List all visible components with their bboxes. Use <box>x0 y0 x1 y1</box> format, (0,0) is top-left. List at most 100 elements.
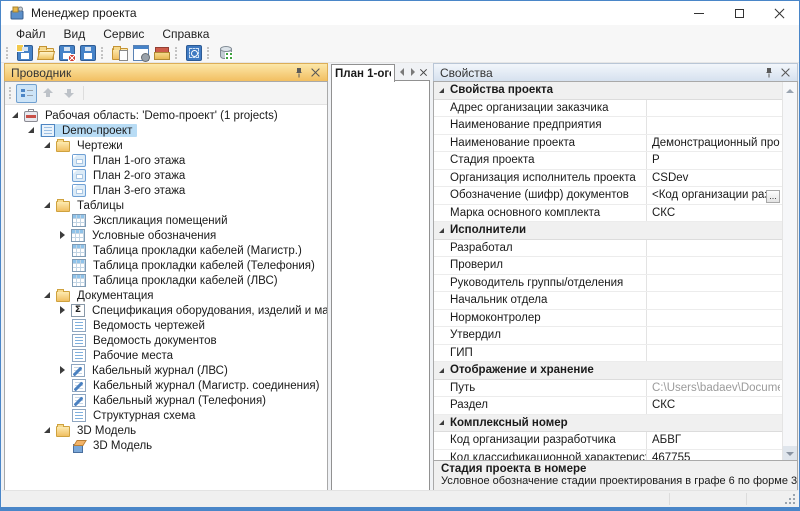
tree-item[interactable]: Условные обозначения <box>5 228 327 243</box>
properties-close-button[interactable] <box>777 66 793 80</box>
move-up-button[interactable] <box>37 84 58 103</box>
tree-item-folder[interactable]: 3D Модель <box>5 423 327 438</box>
save-project-icon <box>79 44 96 61</box>
move-down-button[interactable] <box>58 84 79 103</box>
project-settings-button[interactable] <box>130 43 151 62</box>
tree-item-folder[interactable]: Чертежи <box>5 138 327 153</box>
tab-close-button[interactable] <box>418 65 429 79</box>
tree-item[interactable]: Кабельный журнал (ЛВС) <box>5 363 327 378</box>
tree-item[interactable]: Кабельный журнал (Телефония) <box>5 393 327 408</box>
menu-file[interactable]: Файл <box>7 25 55 43</box>
ellipsis-button[interactable]: ... <box>766 190 780 203</box>
cad-sync-button[interactable] <box>183 43 204 62</box>
property-row[interactable]: Марка основного комплекта СКС <box>434 204 782 222</box>
tree-item[interactable]: Ведомость чертежей <box>5 318 327 333</box>
expander-icon[interactable] <box>43 201 52 210</box>
tree-item[interactable]: Структурная схема <box>5 408 327 423</box>
tree-item[interactable]: Таблица прокладки кабелей (Магистр.) <box>5 243 327 258</box>
property-row[interactable]: Стадия проекта Р <box>434 152 782 170</box>
property-row[interactable]: Нормоконтролер <box>434 309 782 327</box>
toolbar-grip <box>175 46 179 59</box>
menu-view[interactable]: Вид <box>55 25 95 43</box>
close-project-icon <box>58 44 76 62</box>
export-button[interactable] <box>109 43 130 62</box>
property-row[interactable]: ПутьC:\Users\badaev\Documents\Пр <box>434 379 782 397</box>
tree-item-project[interactable]: Demo-проект <box>5 123 327 138</box>
open-project-button[interactable] <box>35 43 56 62</box>
close-project-button[interactable] <box>56 43 77 62</box>
property-row[interactable]: Наименование проекта Демонстрационный про… <box>434 134 782 152</box>
group-view-button[interactable] <box>16 83 37 103</box>
expander-icon[interactable] <box>43 141 52 150</box>
property-row[interactable]: Утвердил <box>434 327 782 345</box>
expander-icon[interactable] <box>58 306 67 315</box>
tree-item[interactable]: План 2-ого этажа <box>5 168 327 183</box>
document-tab[interactable]: План 1-ого этажа <box>331 64 395 82</box>
expander-icon[interactable] <box>27 126 36 135</box>
project-icon <box>41 124 55 137</box>
close-icon <box>420 69 427 76</box>
property-row[interactable]: Руководитель группы/отделения <box>434 274 782 292</box>
property-group[interactable]: Свойства проекта <box>434 82 782 100</box>
property-row[interactable]: Раздел СКС <box>434 397 782 415</box>
property-row[interactable]: Организация исполнитель проекта CSDev <box>434 169 782 187</box>
minimize-button[interactable] <box>679 1 719 25</box>
tree-item[interactable]: Рабочие места <box>5 348 327 363</box>
tree-item[interactable]: План 3-его этажа <box>5 183 327 198</box>
tabstrip: План 1-ого этажа <box>331 63 430 82</box>
titlebar: Менеджер проекта <box>1 1 799 25</box>
expander-icon[interactable] <box>58 366 67 375</box>
tree-item[interactable]: Таблица прокладки кабелей (Телефония) <box>5 258 327 273</box>
tree-item[interactable]: План 1-ого этажа <box>5 153 327 168</box>
menu-service[interactable]: Сервис <box>94 25 153 43</box>
pin-button[interactable] <box>291 66 307 80</box>
tree-item-folder[interactable]: Таблицы <box>5 198 327 213</box>
tree-item[interactable]: 3D Модель <box>5 438 327 453</box>
property-row[interactable]: ГИП <box>434 344 782 362</box>
toolbar <box>1 43 799 63</box>
database-add-button[interactable] <box>215 43 236 62</box>
expander-icon[interactable] <box>58 231 67 240</box>
save-project-button[interactable] <box>77 43 98 62</box>
tab-scroll-right-button[interactable] <box>407 65 418 79</box>
export-folder-icon <box>111 45 128 61</box>
expander-icon[interactable] <box>43 426 52 435</box>
property-row[interactable]: Разработал <box>434 239 782 257</box>
property-row[interactable]: Проверил <box>434 257 782 275</box>
resize-grip[interactable] <box>793 502 795 504</box>
tree-item[interactable]: Кабельный журнал (Магистр. соединения) <box>5 378 327 393</box>
explorer-close-button[interactable] <box>307 66 323 80</box>
close-icon <box>774 8 785 19</box>
properties-header: Свойства <box>433 63 798 81</box>
property-row[interactable]: Наименование предприятия <box>434 117 782 135</box>
property-group[interactable]: Комплексный номер <box>434 414 782 432</box>
tree-item[interactable]: Таблица прокладки кабелей (ЛВС) <box>5 273 327 288</box>
property-group[interactable]: Отображение и хранение <box>434 362 782 380</box>
tree-item-folder[interactable]: Документация <box>5 288 327 303</box>
property-row[interactable]: Начальник отдела <box>434 292 782 310</box>
expander-icon <box>439 87 444 93</box>
tree-item[interactable]: Экспликация помещений <box>5 213 327 228</box>
property-group[interactable]: Исполнители <box>434 222 782 240</box>
archive-button[interactable] <box>151 43 172 62</box>
tree-item-workspace[interactable]: Рабочая область: 'Demo-проект' (1 projec… <box>5 108 327 123</box>
close-button[interactable] <box>759 1 799 25</box>
tree-item[interactable]: Ведомость документов <box>5 333 327 348</box>
scroll-down-button[interactable] <box>783 446 797 461</box>
expander-icon[interactable] <box>43 291 52 300</box>
menu-help[interactable]: Справка <box>153 25 218 43</box>
maximize-button[interactable] <box>719 1 759 25</box>
property-row[interactable]: Адрес организации заказчика <box>434 99 782 117</box>
new-project-button[interactable] <box>14 43 35 62</box>
scroll-up-button[interactable] <box>783 83 797 98</box>
properties-title: Свойства <box>440 65 493 80</box>
scrollbar[interactable] <box>782 82 797 462</box>
pin-button[interactable] <box>761 66 777 80</box>
property-row[interactable]: Обозначение (шифр) документов <Код органи… <box>434 187 782 205</box>
expander-icon[interactable] <box>11 111 20 120</box>
property-row[interactable]: Код организации разработчика АБВГ <box>434 432 782 450</box>
tab-scroll-left-button[interactable] <box>396 65 407 79</box>
tree-item[interactable]: Спецификация оборудования, изделий и мат… <box>5 303 327 318</box>
folder-icon <box>56 199 70 212</box>
document-page[interactable] <box>331 80 430 491</box>
